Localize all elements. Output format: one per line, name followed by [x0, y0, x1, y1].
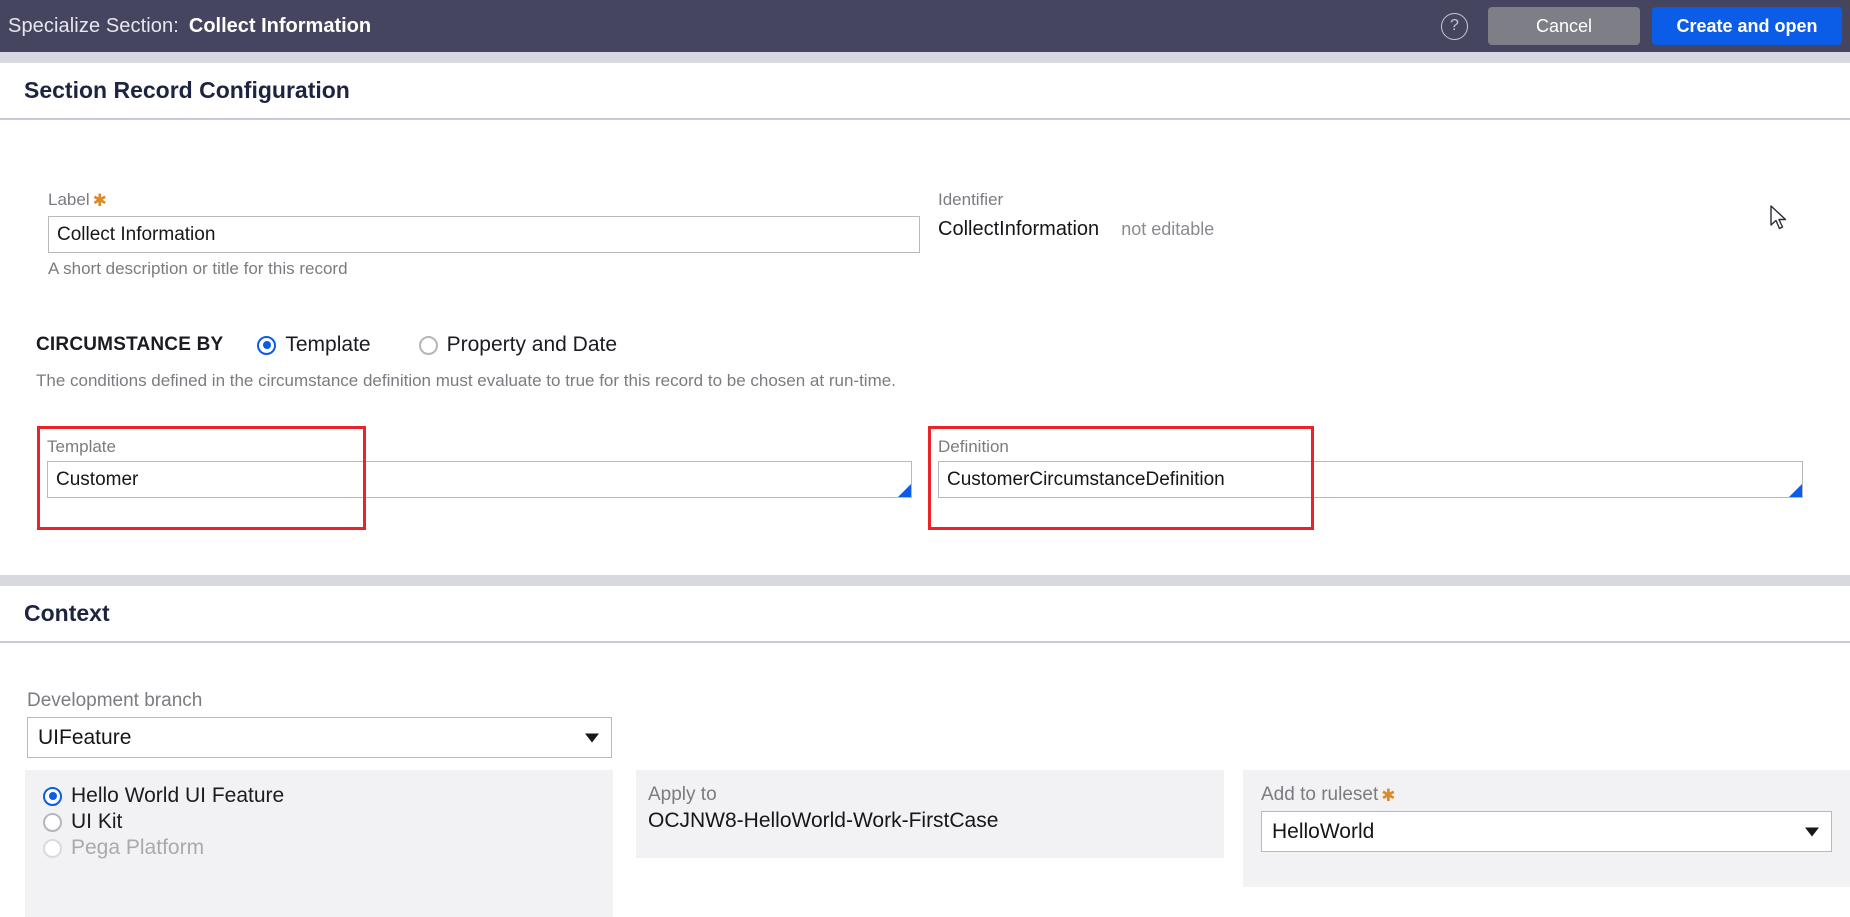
development-branch-select[interactable]: UIFeature — [27, 717, 612, 758]
template-field-label: Template — [47, 437, 912, 457]
radio-icon-pega-platform — [43, 839, 62, 858]
create-and-open-button[interactable]: Create and open — [1652, 7, 1842, 45]
identifier-readonly-note: not editable — [1121, 219, 1214, 240]
apply-to-panel: Apply to OCJNW8-HelloWorld-Work-FirstCas… — [636, 770, 1224, 858]
development-branch-label: Development branch — [27, 690, 202, 712]
circumstance-option-template[interactable]: Template — [257, 333, 370, 357]
help-circle-icon[interactable]: ? — [1441, 13, 1468, 40]
context-header: Context — [0, 586, 1850, 643]
application-layers-list: Hello World UI Feature UI Kit Pega Platf… — [43, 784, 613, 860]
development-branch-group: Development branch UIFeature — [27, 690, 612, 758]
identifier-label: Identifier — [938, 190, 1003, 210]
circumstance-option-template-label: Template — [285, 333, 370, 357]
cancel-button[interactable]: Cancel — [1488, 7, 1640, 45]
circumstance-option-property-and-date-label: Property and Date — [447, 333, 617, 357]
top-separator-band — [0, 52, 1850, 63]
radio-icon-property-and-date[interactable] — [419, 336, 438, 355]
section-record-configuration-heading: Section Record Configuration — [0, 63, 1850, 118]
label-input[interactable] — [48, 216, 920, 253]
application-layers-panel: Hello World UI Feature UI Kit Pega Platf… — [25, 770, 613, 917]
add-to-ruleset-panel: Add to ruleset✱ HelloWorld — [1243, 770, 1850, 887]
circumstance-by-label: CIRCUMSTANCE BY — [36, 334, 223, 356]
page-title: Collect Information — [189, 15, 371, 38]
topbar-actions: ? Cancel Create and open — [1441, 7, 1850, 45]
development-branch-value: UIFeature — [38, 726, 131, 750]
chevron-down-icon[interactable] — [585, 733, 599, 742]
chevron-down-icon[interactable] — [1805, 827, 1819, 836]
application-layer-label: UI Kit — [71, 810, 122, 834]
label-field-hint: A short description or title for this re… — [48, 259, 920, 279]
radio-icon-template[interactable] — [257, 336, 276, 355]
application-layer-item-ui-kit[interactable]: UI Kit — [43, 810, 613, 834]
add-to-ruleset-label: Add to ruleset — [1261, 784, 1378, 805]
template-input[interactable] — [47, 461, 912, 498]
required-asterisk-icon: ✱ — [1381, 786, 1395, 805]
add-to-ruleset-select[interactable]: HelloWorld — [1261, 811, 1832, 852]
top-action-bar: Specialize Section: Collect Information … — [0, 0, 1850, 52]
circumstance-by-group: CIRCUMSTANCE BY Template Property and Da… — [36, 333, 665, 357]
circumstance-option-property-and-date[interactable]: Property and Date — [419, 333, 617, 357]
breadcrumb: Specialize Section: Collect Information — [8, 15, 371, 38]
identifier-group: Identifier CollectInformation not editab… — [938, 190, 1214, 241]
radio-icon-hello-world-ui-feature[interactable] — [43, 787, 62, 806]
label-field-caption: Label✱ — [48, 190, 920, 211]
add-to-ruleset-value: HelloWorld — [1272, 820, 1374, 844]
radio-icon-ui-kit[interactable] — [43, 813, 62, 832]
template-field-group: Template — [47, 437, 912, 498]
add-to-ruleset-caption: Add to ruleset✱ — [1261, 784, 1832, 806]
definition-field-label: Definition — [938, 437, 1803, 457]
mouse-cursor — [1770, 205, 1788, 231]
apply-to-value: OCJNW8-HelloWorld-Work-FirstCase — [648, 809, 1224, 833]
context-heading: Context — [0, 586, 1850, 641]
label-field-group: Label✱ A short description or title for … — [48, 190, 920, 279]
required-asterisk-icon: ✱ — [93, 191, 107, 210]
topbar-prefix-label: Specialize Section: — [8, 15, 179, 38]
definition-field-group: Definition — [938, 437, 1803, 498]
application-layer-label: Pega Platform — [71, 836, 204, 860]
application-layer-item-pega-platform: Pega Platform — [43, 836, 613, 860]
application-layer-item-hello-world-ui-feature[interactable]: Hello World UI Feature — [43, 784, 613, 808]
context-separator-band — [0, 575, 1850, 586]
label-field-label: Label — [48, 190, 90, 210]
definition-input[interactable] — [938, 461, 1803, 498]
identifier-value: CollectInformation — [938, 218, 1099, 241]
application-layer-label: Hello World UI Feature — [71, 784, 284, 808]
apply-to-label: Apply to — [648, 784, 1224, 806]
circumstance-hint: The conditions defined in the circumstan… — [36, 371, 896, 391]
section-record-configuration-header: Section Record Configuration — [0, 63, 1850, 120]
